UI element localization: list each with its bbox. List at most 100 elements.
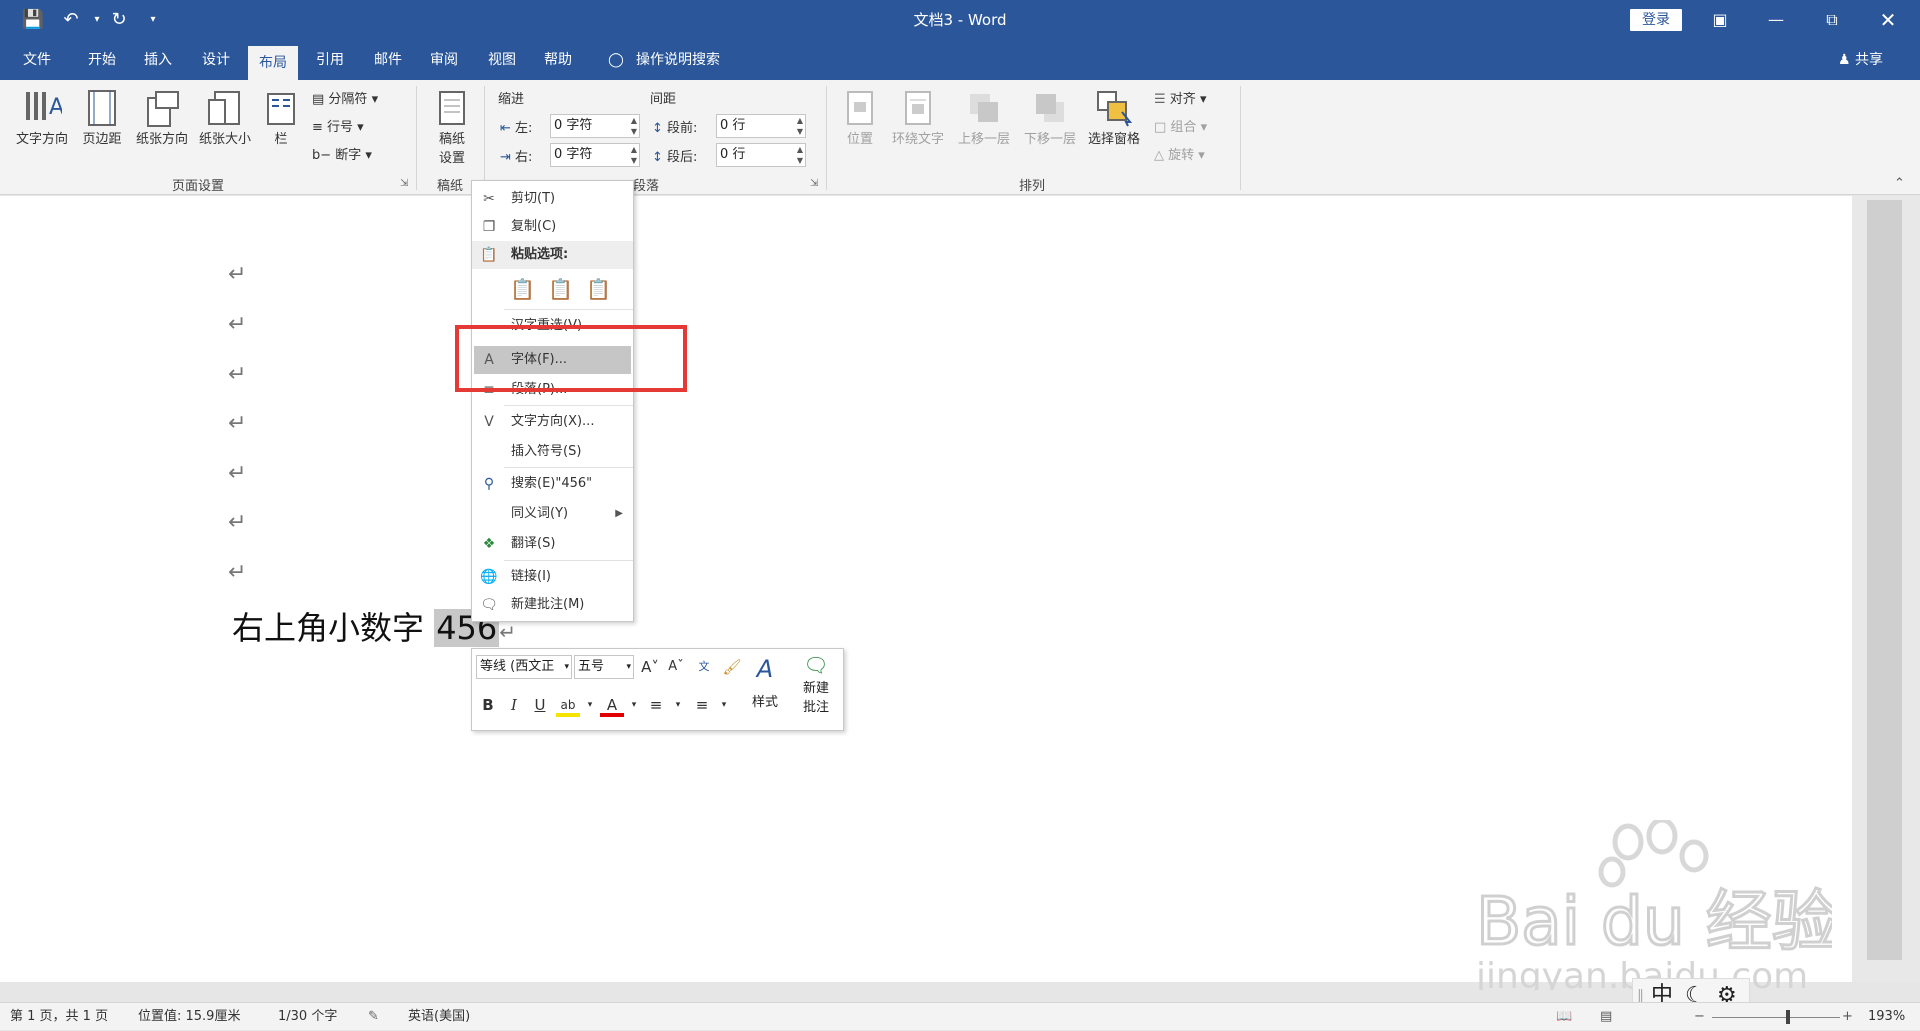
paste-text-only-icon[interactable]: 📋 [586, 275, 611, 303]
wrap-text-button[interactable]: 环绕文字 [886, 88, 950, 147]
menu-item-new-comment[interactable]: 🗨 新建批注(M) [472, 591, 633, 619]
font-name-select[interactable]: 等线 (西文正 ▾ [476, 655, 572, 679]
collapse-ribbon-icon[interactable]: ⌃ [1894, 176, 1905, 191]
redo-icon[interactable]: ↻ [106, 8, 132, 32]
text-direction-button[interactable]: A 文字方向 [10, 88, 74, 147]
tab-home[interactable]: 开始 [80, 40, 124, 80]
menu-item-link[interactable]: 🌐 链接(I) [472, 563, 633, 591]
styles-button[interactable]: A 样式 [744, 655, 786, 725]
manuscript-settings-button[interactable]: 稿纸 设置 [424, 88, 480, 166]
tab-file[interactable]: 文件 [16, 40, 58, 80]
undo-icon[interactable]: ↶ [58, 8, 84, 32]
title-bar: 💾 ↶ ▾ ↻ ▾ 文档3 - Word 登录 ▣ — ⧉ ✕ [0, 0, 1920, 40]
bullets-icon[interactable]: ≡ [644, 693, 668, 717]
send-backward-button[interactable]: 下移一层 [1018, 88, 1082, 147]
paste-keep-formatting-icon[interactable]: 📋 [510, 275, 535, 303]
group-button[interactable]: □ 组合 ▾ [1154, 116, 1207, 135]
indent-left-input[interactable]: 0 字符 ▲ ▼ [550, 114, 640, 138]
size-button[interactable]: 纸张大小 [194, 88, 256, 147]
grow-font-icon[interactable]: A˅ [638, 655, 662, 679]
indent-right-input[interactable]: 0 字符 ▲ ▼ [550, 143, 640, 167]
proofing-icon[interactable]: ✎ [368, 1003, 379, 1031]
highlight-color-icon[interactable]: ab [556, 693, 580, 717]
format-painter-icon[interactable]: 🖌 [720, 655, 744, 679]
tab-mailings[interactable]: 邮件 [366, 40, 410, 80]
menu-item-paragraph[interactable]: ≡ 段落(P)... [472, 376, 633, 404]
menu-item-font[interactable]: A 字体(F)... [474, 346, 631, 374]
status-language[interactable]: 英语(美国) [408, 1003, 470, 1031]
ribbon-display-options-icon[interactable]: ▣ [1692, 0, 1748, 40]
orientation-button[interactable]: 纸张方向 [130, 88, 194, 147]
phonetic-guide-icon[interactable]: 文 [692, 655, 716, 679]
menu-item-insert-symbol[interactable]: 插入符号(S) [472, 438, 633, 466]
close-icon[interactable]: ✕ [1860, 0, 1916, 40]
paste-merge-formatting-icon[interactable]: 📋 [548, 275, 573, 303]
numbering-icon[interactable]: ≡ [690, 693, 714, 717]
spinner-icon[interactable]: ▲ ▼ [631, 144, 637, 166]
zoom-in-icon[interactable]: + [1842, 1003, 1853, 1031]
spinner-icon[interactable]: ▲ ▼ [797, 115, 803, 137]
menu-item-cut[interactable]: ✂ 剪切(T) [472, 185, 633, 213]
customize-qat-icon[interactable]: ▾ [140, 8, 166, 32]
align-button[interactable]: ☰ 对齐 ▾ [1154, 88, 1206, 107]
page-setup-launcher-icon[interactable]: ⇲ [400, 178, 408, 189]
hyphenation-button[interactable]: b− 断字 ▾ [312, 144, 372, 163]
tab-references[interactable]: 引用 [308, 40, 352, 80]
chevron-down-icon[interactable]: ▾ [578, 693, 602, 717]
zoom-level[interactable]: 193% [1868, 1003, 1905, 1031]
selection-pane-button[interactable]: 选择窗格 [1082, 88, 1146, 147]
chevron-down-icon[interactable]: ▾ [622, 693, 646, 717]
rotate-button[interactable]: △ 旋转 ▾ [1154, 144, 1205, 163]
breaks-button[interactable]: ▤ 分隔符 ▾ [312, 88, 378, 107]
new-comment-button[interactable]: 🗨 新建 批注 [794, 653, 838, 727]
login-button[interactable]: 登录 [1630, 9, 1682, 31]
document-page[interactable] [0, 196, 1852, 982]
save-icon[interactable]: 💾 [20, 8, 46, 32]
scrollbar-thumb[interactable] [1867, 200, 1902, 960]
minimize-icon[interactable]: — [1748, 0, 1804, 40]
line-numbers-button[interactable]: ≡ 行号 ▾ [312, 116, 364, 135]
tab-layout[interactable]: 布局 [248, 46, 298, 80]
underline-icon[interactable]: U [528, 693, 552, 717]
status-position[interactable]: 位置值: 15.9厘米 [138, 1003, 240, 1031]
bold-icon[interactable]: B [476, 693, 500, 717]
spinner-icon[interactable]: ▲ ▼ [797, 144, 803, 166]
menu-item-copy[interactable]: ❐ 复制(C) [472, 213, 633, 241]
menu-item-text-direction[interactable]: Ⅴ 文字方向(X)... [472, 408, 633, 436]
print-layout-icon[interactable]: ▤ [1600, 1003, 1612, 1031]
tab-help[interactable]: 帮助 [536, 40, 580, 80]
font-color-icon[interactable]: A [600, 693, 624, 717]
menu-item-search[interactable]: ⚲ 搜索(E)"456" [472, 470, 633, 498]
chevron-down-icon[interactable]: ▾ [666, 693, 690, 717]
menu-item-translate[interactable]: ❖ 翻译(S) [472, 530, 633, 558]
lightbulb-icon[interactable]: ◯ [604, 40, 628, 80]
spacing-after-input[interactable]: 0 行 ▲ ▼ [716, 143, 806, 167]
shrink-font-icon[interactable]: Aˇ [664, 655, 688, 679]
menu-item-reconvert[interactable]: 汉字重选(V) [472, 312, 633, 340]
share-button[interactable]: ♟ 共享 [1838, 40, 1883, 80]
tab-design[interactable]: 设计 [194, 40, 238, 80]
menu-item-synonyms[interactable]: 同义词(Y) ▶ [472, 500, 633, 528]
restore-icon[interactable]: ⧉ [1804, 0, 1860, 40]
bring-forward-button[interactable]: 上移一层 [952, 88, 1016, 147]
margins-button[interactable]: 页边距 [76, 88, 128, 147]
spinner-icon[interactable]: ▲ ▼ [631, 115, 637, 137]
status-page[interactable]: 第 1 页，共 1 页 [10, 1003, 108, 1031]
position-button[interactable]: 位置 [838, 88, 882, 147]
chevron-down-icon[interactable]: ▾ [712, 693, 736, 717]
tab-review[interactable]: 审阅 [422, 40, 466, 80]
columns-button[interactable]: 栏 [264, 88, 298, 147]
tell-me-search[interactable]: 操作说明搜索 [636, 40, 732, 80]
tab-view[interactable]: 视图 [480, 40, 524, 80]
zoom-slider-thumb[interactable] [1786, 1010, 1790, 1024]
read-mode-icon[interactable]: 📖 [1556, 1003, 1572, 1031]
italic-icon[interactable]: I [502, 693, 526, 717]
tab-insert[interactable]: 插入 [136, 40, 180, 80]
paragraph-launcher-icon[interactable]: ⇲ [810, 178, 818, 189]
font-size-select[interactable]: 五号 ▾ [574, 655, 634, 679]
zoom-out-icon[interactable]: − [1694, 1003, 1705, 1031]
spacing-before-label: ↕ 段前: [652, 121, 698, 136]
spacing-before-input[interactable]: 0 行 ▲ ▼ [716, 114, 806, 138]
zoom-slider-track[interactable] [1712, 1017, 1840, 1018]
status-word-count[interactable]: 1/30 个字 [278, 1003, 337, 1031]
